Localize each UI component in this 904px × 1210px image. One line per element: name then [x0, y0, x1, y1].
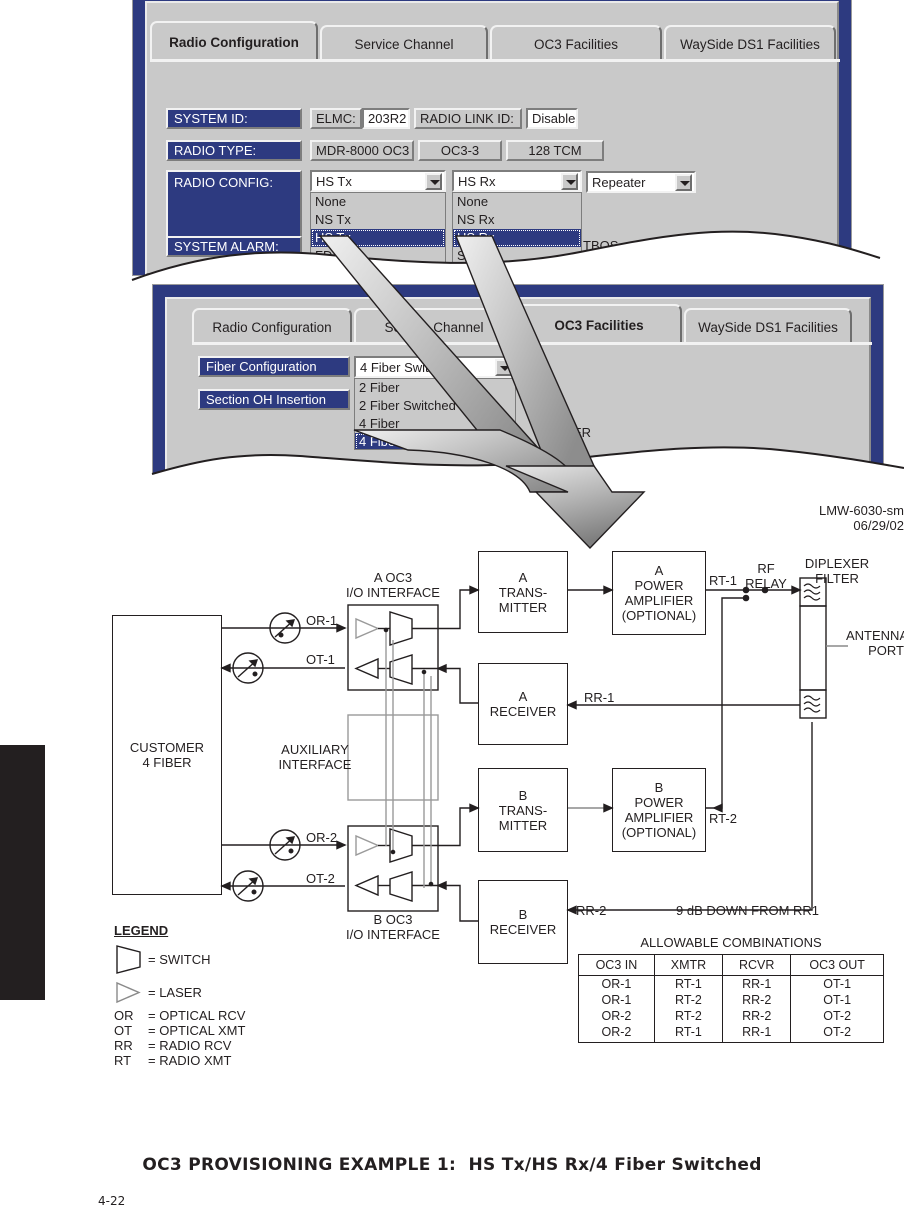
- page-canvas: Radio Configuration Service Channel OC3 …: [0, 0, 904, 1210]
- col-header-oc3-in: OC3 IN: [578, 954, 655, 976]
- legend-abbr-ot-code: OT: [114, 1023, 132, 1038]
- cell-oc3-in: OR-2: [578, 1024, 655, 1043]
- table-row: OR-1 RT-2 RR-2 OT-1: [578, 992, 884, 1008]
- cell-xmtr: RT-2: [653, 1008, 724, 1024]
- cell-xmtr: RT-2: [653, 992, 724, 1008]
- cell-oc3-out: OT-1: [790, 992, 884, 1008]
- legend-abbr-rt-text: = RADIO XMT: [148, 1053, 231, 1068]
- label-text: = RADIO XMT: [148, 1053, 232, 1068]
- legend-abbr-rt-code: RT: [114, 1053, 131, 1068]
- cell-rcvr: RR-2: [722, 992, 792, 1008]
- label-text: OT: [114, 1023, 133, 1038]
- cell-xmtr: RT-1: [653, 975, 724, 992]
- cell-oc3-in: OR-1: [578, 992, 655, 1008]
- table-header: OC3 IN XMTR RCVR OC3 OUT: [578, 954, 884, 976]
- table-row: OR-2 RT-1 RR-1 OT-2: [578, 1024, 884, 1043]
- label-text: = OPTICAL XMT: [148, 1023, 246, 1038]
- figure-caption: OC3 PROVISIONING EXAMPLE 1: HS Tx/HS Rx/…: [0, 1155, 904, 1175]
- cell-rcvr: RR-1: [722, 1024, 792, 1043]
- cell-rcvr: RR-2: [722, 1008, 792, 1024]
- table-row: OR-1 RT-1 RR-1 OT-1: [578, 975, 884, 992]
- allowable-combinations-table: OC3 IN XMTR RCVR OC3 OUT OR-1 RT-1 RR-1 …: [578, 954, 884, 1043]
- cell-xmtr: RT-1: [653, 1024, 724, 1043]
- col-header-rcvr: RCVR: [722, 954, 792, 976]
- label-text: OR: [114, 1008, 134, 1023]
- col-header-oc3-out: OC3 OUT: [790, 954, 884, 976]
- label-text: RT: [114, 1053, 132, 1068]
- label-text: = OPTICAL RCV: [148, 1008, 246, 1023]
- title-text: ALLOWABLE COMBINATIONS: [640, 935, 822, 950]
- legend-abbr-ot-text: = OPTICAL XMT: [148, 1023, 245, 1038]
- page-number: 4-22: [98, 1194, 125, 1208]
- combinations-table-title: ALLOWABLE COMBINATIONS: [578, 935, 884, 950]
- legend-switch-text: = SWITCH: [148, 952, 210, 967]
- cell-oc3-in: OR-2: [578, 1008, 655, 1024]
- legend-abbr-rr-text: = RADIO RCV: [148, 1038, 231, 1053]
- legend-laser-text: = LASER: [148, 985, 202, 1000]
- legend-abbr-or-code: OR: [114, 1008, 134, 1023]
- label-text: RR: [114, 1038, 133, 1053]
- col-header-xmtr: XMTR: [653, 954, 724, 976]
- page-number-text: 4-22: [98, 1194, 126, 1208]
- legend-abbr-or-text: = OPTICAL RCV: [148, 1008, 245, 1023]
- label-text: = RADIO RCV: [148, 1038, 232, 1053]
- table-body: OR-1 RT-1 RR-1 OT-1 OR-1 RT-2 RR-2 OT-1 …: [578, 975, 884, 1043]
- cell-oc3-out: OT-1: [790, 975, 884, 992]
- cell-oc3-out: OT-2: [790, 1024, 884, 1043]
- table-header-row: OC3 IN XMTR RCVR OC3 OUT: [578, 954, 884, 976]
- cell-rcvr: RR-1: [722, 975, 792, 992]
- table-row: OR-2 RT-2 RR-2 OT-2: [578, 1008, 884, 1024]
- cell-oc3-out: OT-2: [790, 1008, 884, 1024]
- label-text: = LASER: [148, 985, 202, 1000]
- caption-text: OC3 PROVISIONING EXAMPLE 1: HS Tx/HS Rx/…: [142, 1155, 762, 1175]
- label-text: = SWITCH: [148, 952, 211, 967]
- cell-oc3-in: OR-1: [578, 975, 655, 992]
- legend-abbr-rr-code: RR: [114, 1038, 133, 1053]
